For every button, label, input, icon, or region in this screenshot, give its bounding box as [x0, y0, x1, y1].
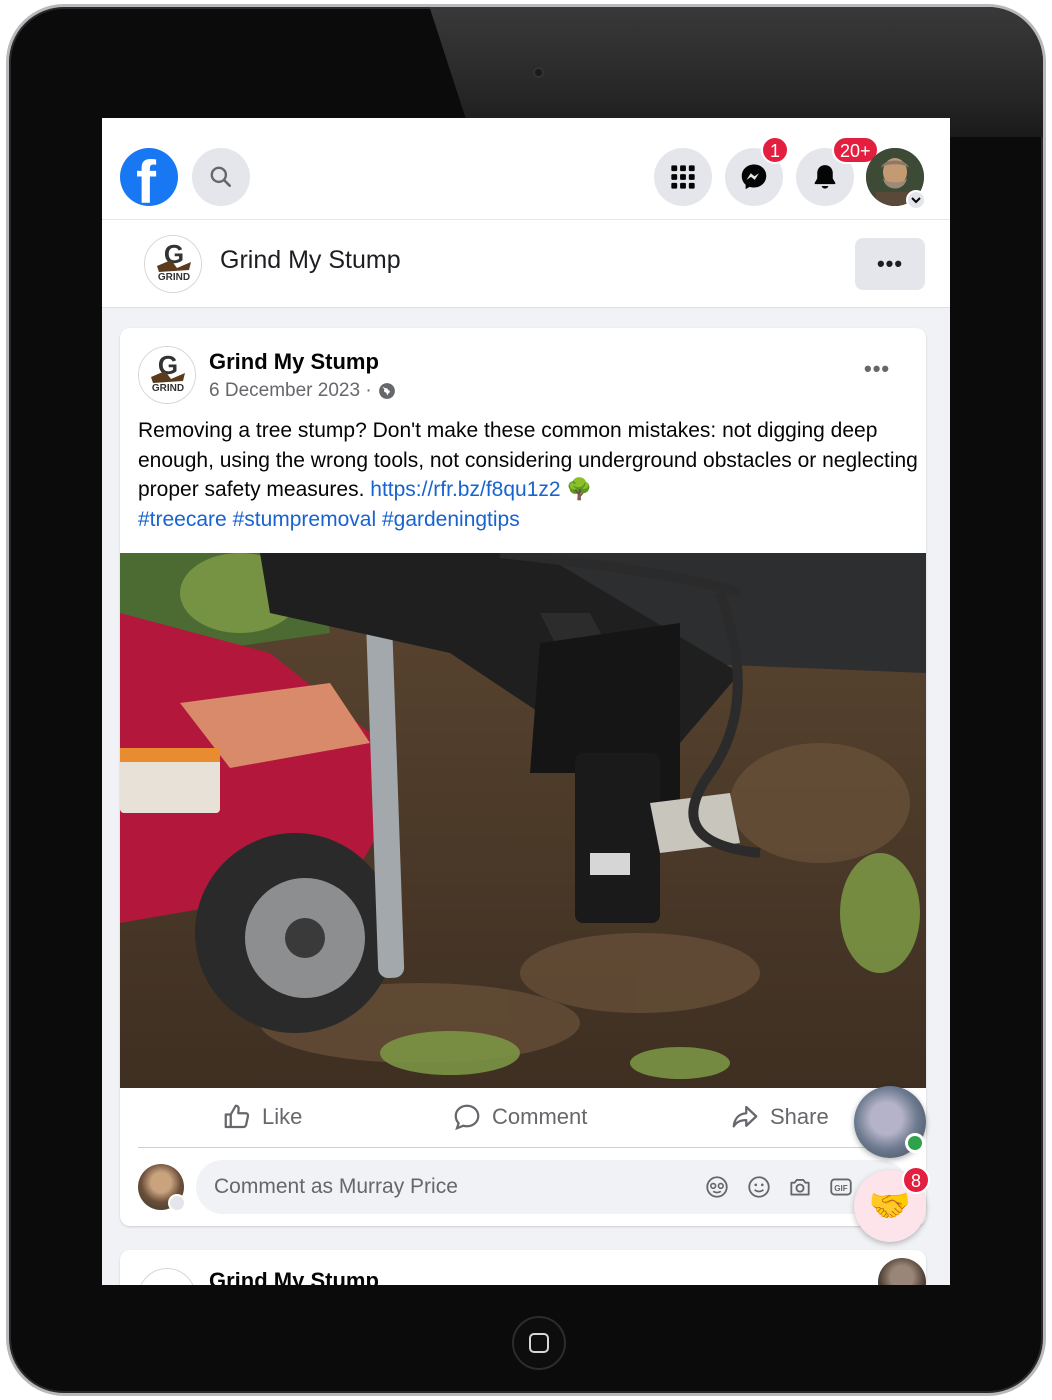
- bell-icon: [814, 165, 836, 189]
- home-button-icon: [529, 1333, 549, 1353]
- svg-text:GRIND: GRIND: [152, 383, 184, 394]
- search-icon: [210, 166, 231, 187]
- tree-emoji: 🌳: [566, 478, 593, 501]
- emoji-icon[interactable]: [746, 1174, 772, 1200]
- page-logo[interactable]: G GRIND: [144, 235, 202, 293]
- messenger-icon: [741, 164, 767, 190]
- page-header: G GRIND Grind My Stump •••: [102, 220, 950, 308]
- chevron-down-icon: [911, 197, 921, 204]
- home-button[interactable]: [512, 1316, 566, 1370]
- post-timestamp[interactable]: 6 December 2023 ·: [209, 380, 396, 402]
- svg-text:GRIND: GRIND: [158, 272, 190, 283]
- post-options-button[interactable]: •••: [864, 356, 890, 382]
- chat-unread-badge: 8: [902, 1166, 930, 1194]
- comment-composer: Comment as Murray Price GIF: [138, 1160, 908, 1216]
- online-status-dot: [905, 1133, 925, 1153]
- hashtag-treecare[interactable]: #treecare: [138, 508, 227, 531]
- post-author-avatar[interactable]: G GRIND: [138, 346, 196, 404]
- gif-icon[interactable]: GIF: [828, 1174, 854, 1200]
- top-navigation-bar: f 1 20+: [102, 118, 950, 220]
- comment-bubble-icon: [454, 1104, 480, 1131]
- handshake-icon: 🤝: [868, 1187, 912, 1225]
- like-label: Like: [262, 1104, 303, 1129]
- comment-placeholder: Comment as Murray Price: [214, 1175, 458, 1198]
- page-title: Grind My Stump: [220, 246, 401, 274]
- account-menu-caret[interactable]: [906, 190, 926, 210]
- grind-my-stump-logo-icon: G GRIND: [145, 236, 201, 292]
- comment-identity-caret[interactable]: [168, 1194, 186, 1212]
- next-post-author-avatar[interactable]: [138, 1268, 196, 1285]
- post-link[interactable]: https://rfr.bz/f8qu1z2: [370, 478, 560, 501]
- hashtag-stumpremoval[interactable]: #stumpremoval: [233, 508, 377, 531]
- globe-icon: [378, 383, 395, 399]
- comment-button[interactable]: Comment: [452, 1102, 587, 1132]
- facebook-logo-icon[interactable]: f: [120, 148, 178, 206]
- grid-menu-icon: [671, 165, 695, 189]
- search-button[interactable]: [192, 148, 250, 206]
- avatar-sticker-icon[interactable]: [704, 1174, 730, 1200]
- like-button[interactable]: Like: [222, 1102, 302, 1132]
- screen: f 1 20+ G GRIND Grind My Stump ••• G GRI…: [102, 118, 950, 1285]
- next-post-card: Grind My Stump: [120, 1250, 926, 1285]
- grind-my-stump-logo-icon: G GRIND: [139, 347, 195, 403]
- menu-button[interactable]: [654, 148, 712, 206]
- share-button[interactable]: Share: [730, 1102, 829, 1132]
- svg-text:GIF: GIF: [834, 1184, 848, 1193]
- messenger-badge: 1: [761, 136, 789, 164]
- post-photo[interactable]: [120, 553, 926, 1088]
- comment-label: Comment: [492, 1104, 588, 1129]
- front-camera: [533, 67, 544, 78]
- hashtag-gardeningtips[interactable]: #gardeningtips: [382, 508, 520, 531]
- post-card: G GRIND Grind My Stump 6 December 2023 ·…: [120, 328, 926, 1226]
- camera-icon[interactable]: [787, 1174, 813, 1200]
- page-more-button[interactable]: •••: [855, 238, 925, 290]
- next-post-author-name[interactable]: Grind My Stump: [209, 1268, 379, 1285]
- thumbs-up-icon: [224, 1104, 250, 1129]
- post-date-text: 6 December 2023 ·: [209, 380, 372, 401]
- post-author-name[interactable]: Grind My Stump: [209, 349, 379, 375]
- share-label: Share: [770, 1104, 829, 1129]
- comment-input[interactable]: Comment as Murray Price GIF: [196, 1160, 908, 1214]
- post-message: Removing a tree stump? Don't make these …: [138, 416, 918, 534]
- post-actions-bar: Like Comment Share: [138, 1090, 908, 1148]
- stump-grinder-photo: [120, 553, 926, 1088]
- share-arrow-icon: [732, 1105, 758, 1128]
